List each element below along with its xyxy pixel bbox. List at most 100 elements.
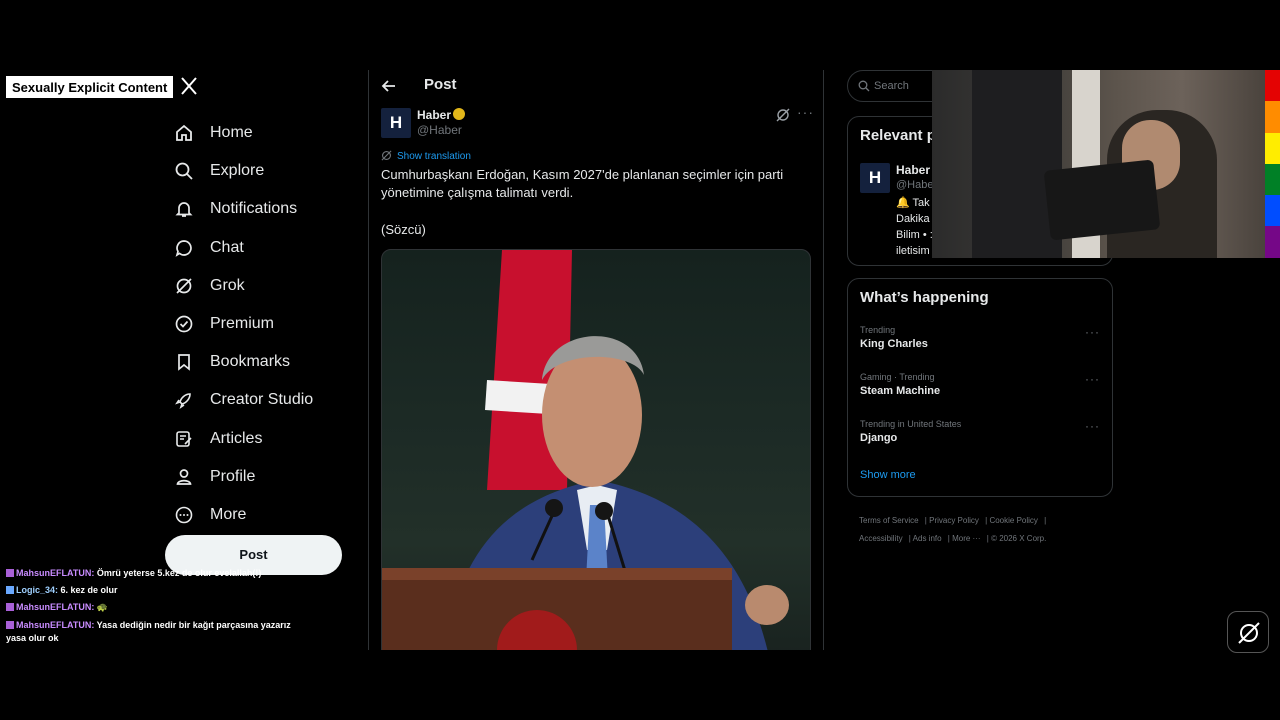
webcam-overlay	[932, 70, 1265, 258]
chat-text: 🐢	[96, 602, 109, 612]
more-options-icon[interactable]: ···	[797, 104, 814, 120]
footer-link-ads[interactable]: Ads info	[913, 534, 942, 543]
author-name-text: Haber	[417, 108, 452, 122]
avatar[interactable]: H	[381, 108, 411, 138]
chat-text: 6. kez de olur	[60, 585, 118, 595]
grok-icon	[1238, 622, 1260, 644]
articles-icon	[172, 427, 196, 451]
home-icon	[172, 121, 196, 145]
trend-name: Django	[860, 432, 898, 444]
nav-label: Home	[210, 124, 253, 142]
verified-badge-icon	[453, 108, 466, 120]
trend-name: King Charles	[860, 338, 928, 350]
x-logo-icon[interactable]	[180, 76, 200, 98]
post-detail: Post H Haber @Haber ··· Show translation…	[369, 70, 823, 650]
footer-link-more[interactable]: More ···	[952, 534, 980, 543]
grok-icon	[172, 274, 196, 298]
grok-icon[interactable]	[776, 108, 790, 122]
footer-link-privacy[interactable]: Privacy Policy	[929, 516, 979, 525]
person-icon	[172, 465, 196, 489]
chat-badge-icon	[6, 621, 14, 629]
nav-label: Profile	[210, 467, 256, 485]
author-name[interactable]: Haber	[417, 108, 466, 122]
author-handle[interactable]: @Haber	[417, 123, 462, 137]
chat-nick: Logic_34:	[16, 585, 59, 595]
trend-item[interactable]: Trending in United States Django ···	[860, 419, 1100, 444]
nav-label: Explore	[210, 162, 265, 180]
more-options-icon[interactable]: ···	[1085, 325, 1100, 339]
show-more-link[interactable]: Show more	[860, 469, 916, 481]
back-arrow-icon[interactable]	[381, 78, 399, 96]
search-icon	[858, 79, 872, 93]
more-options-icon[interactable]: ···	[1085, 419, 1100, 433]
nav-item-home[interactable]: Home	[172, 114, 362, 152]
trend-category: Trending	[860, 325, 896, 335]
webcam-background	[972, 70, 1062, 258]
chat-nick: MahsunEFLATUN:	[16, 620, 95, 630]
webcam-device	[1043, 159, 1161, 241]
premium-icon	[172, 312, 196, 336]
nav-item-chat[interactable]: Chat	[172, 229, 362, 267]
footer-link-accessibility[interactable]: Accessibility	[859, 534, 903, 543]
nav-label: More	[210, 505, 247, 523]
trend-item[interactable]: Gaming · Trending Steam Machine ···	[860, 372, 1100, 397]
nav-item-profile[interactable]: Profile	[172, 458, 362, 496]
trend-item[interactable]: Trending King Charles ···	[860, 325, 1100, 350]
chat-text: Ömrü yeterse 5.kez de olur evelallah(!)	[96, 568, 262, 578]
nav-item-creator-studio[interactable]: Creator Studio	[172, 381, 362, 419]
column-divider	[823, 70, 824, 650]
trend-category: Trending in United States	[860, 419, 962, 429]
chat-icon	[172, 236, 196, 260]
stream-chat-overlay: MahsunEFLATUN: Ömrü yeterse 5.kez de olu…	[6, 565, 296, 645]
chat-message: MahsunEFLATUN: Yasa dediğin nedir bir ka…	[6, 619, 296, 645]
trend-name: Steam Machine	[860, 385, 941, 397]
content-warning-label: Sexually Explicit Content	[6, 76, 174, 98]
chat-badge-icon	[6, 569, 14, 577]
relevant-handle: @Habe	[896, 179, 934, 191]
nav-label: Grok	[210, 276, 245, 294]
more-options-icon[interactable]: ···	[1085, 372, 1100, 386]
nav-label: Premium	[210, 315, 275, 333]
bell-icon	[172, 197, 196, 221]
footer-copyright: © 2026 X Corp.	[991, 534, 1047, 543]
nav-item-bookmarks[interactable]: Bookmarks	[172, 343, 362, 381]
chat-message: MahsunEFLATUN: Ömrü yeterse 5.kez de olu…	[6, 565, 296, 582]
chat-nick: MahsunEFLATUN:	[16, 602, 95, 612]
sidebar-nav: Home Explore Notifications Chat Grok Pre…	[172, 114, 362, 534]
footer-link-cookie[interactable]: Cookie Policy	[989, 516, 1037, 525]
post-text: Cumhurbaşkanı Erdoğan, Kasım 2027'de pla…	[381, 167, 784, 200]
footer-link-terms[interactable]: Terms of Service	[859, 516, 919, 525]
avatar[interactable]: H	[860, 163, 890, 193]
nav-item-premium[interactable]: Premium	[172, 305, 362, 343]
nav-item-more[interactable]: More	[172, 496, 362, 534]
chat-message: MahsunEFLATUN: 🐢	[6, 599, 296, 616]
grok-icon	[381, 150, 393, 162]
chat-nick: MahsunEFLATUN:	[16, 568, 95, 578]
nav-label: Chat	[210, 238, 244, 256]
panel-title: What’s happening	[860, 289, 989, 306]
chat-message: Logic_34: 6. kez de olur	[6, 582, 296, 599]
more-icon	[172, 503, 196, 527]
grok-floating-button[interactable]	[1227, 611, 1269, 653]
show-translation-link[interactable]: Show translation	[381, 150, 471, 162]
rocket-icon	[172, 388, 196, 412]
nav-item-explore[interactable]: Explore	[172, 152, 362, 190]
page-title: Post	[424, 76, 457, 93]
nav-item-notifications[interactable]: Notifications	[172, 190, 362, 228]
panel-title: Relevant p	[860, 127, 936, 144]
nav-item-grok[interactable]: Grok	[172, 267, 362, 305]
relevant-name[interactable]: Haber	[896, 163, 930, 177]
search-icon	[172, 159, 196, 183]
nav-label: Articles	[210, 429, 263, 447]
show-translation-label: Show translation	[397, 150, 471, 162]
nav-item-articles[interactable]: Articles	[172, 420, 362, 458]
chat-badge-icon	[6, 586, 14, 594]
search-placeholder: Search	[874, 80, 909, 92]
nav-label: Creator Studio	[210, 391, 314, 409]
post-source: (Sözcü)	[381, 222, 426, 237]
post-image[interactable]	[381, 249, 811, 650]
whats-happening-panel: What’s happening Trending King Charles ·…	[847, 278, 1113, 497]
rainbow-bar	[1265, 70, 1280, 258]
footer-links: Terms of Service | Privacy Policy | Cook…	[859, 516, 1047, 543]
nav-label: Notifications	[210, 200, 298, 218]
